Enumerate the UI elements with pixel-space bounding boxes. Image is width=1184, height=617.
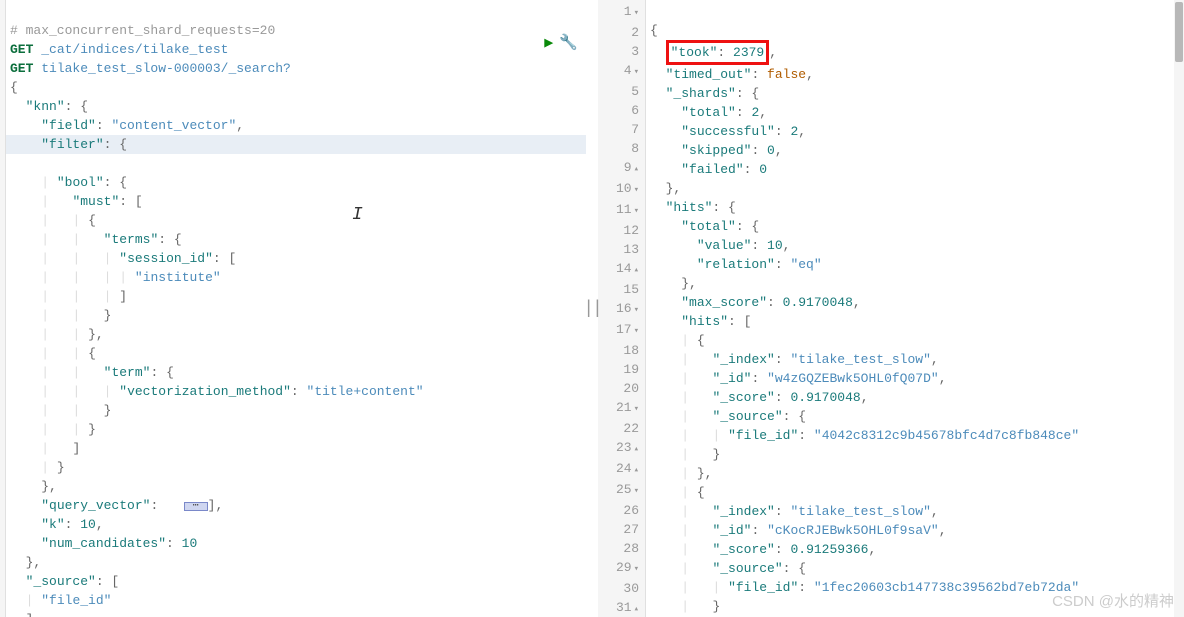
request-options-icon[interactable]: 🔧 — [559, 34, 578, 53]
http-method: GET — [10, 61, 33, 76]
request-url: _cat/indices/tilake_test — [41, 42, 228, 57]
http-method: GET — [10, 42, 33, 57]
right-gutter: 1▾ 2 3 4▾ 5 6 7 8 9▴ 10▾ 11▾ 12 13 14▴ 1… — [598, 0, 646, 617]
text-cursor: I — [352, 206, 363, 225]
response-pane: 1▾ 2 3 4▾ 5 6 7 8 9▴ 10▾ 11▾ 12 13 14▴ 1… — [598, 0, 1184, 617]
run-request-icon[interactable]: ▶ — [544, 34, 553, 53]
pane-divider[interactable]: || — [586, 0, 598, 617]
took-highlight-box: "took": 2379 — [666, 40, 770, 65]
request-editor[interactable]: # max_concurrent_shard_requests=20 GET _… — [6, 0, 586, 617]
watermark: CSDN @水的精神 — [1052, 590, 1174, 611]
request-url: tilake_test_slow-000003/_search? — [41, 61, 291, 76]
fold-queryvector[interactable]: ⋯ — [184, 502, 208, 511]
right-scrollbar[interactable] — [1174, 0, 1184, 617]
response-viewer[interactable]: { "took": 2379, "timed_out": false, "_sh… — [646, 0, 1184, 617]
comment-line: # max_concurrent_shard_requests=20 — [10, 23, 275, 38]
request-editor-pane: # max_concurrent_shard_requests=20 GET _… — [0, 0, 586, 617]
divider-handle-icon: || — [583, 299, 601, 319]
request-actions: ▶ 🔧 — [544, 34, 578, 53]
